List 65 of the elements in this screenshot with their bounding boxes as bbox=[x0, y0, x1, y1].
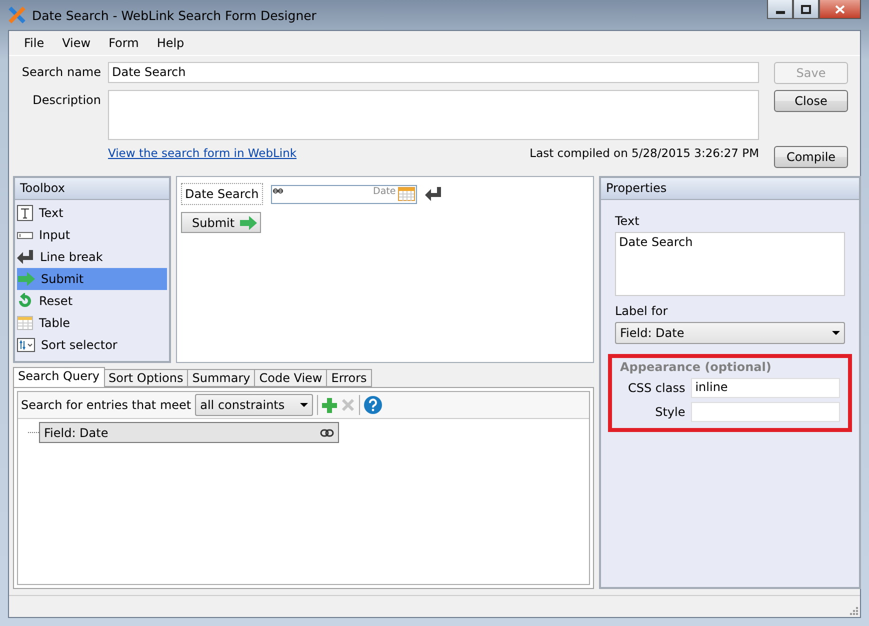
maximize-button[interactable] bbox=[793, 0, 819, 19]
toolbox-item[interactable]: Submit bbox=[17, 268, 167, 290]
menu-item[interactable]: View bbox=[53, 34, 100, 52]
reset-icon bbox=[17, 293, 33, 309]
link-icon bbox=[272, 188, 283, 194]
minimize-icon bbox=[776, 10, 784, 14]
tab[interactable]: Summary bbox=[187, 369, 256, 387]
constraint-dropdown[interactable]: all constraints bbox=[195, 394, 314, 416]
form-label[interactable]: Date Search bbox=[181, 183, 263, 205]
text-icon bbox=[17, 205, 33, 221]
enter-arrow-icon bbox=[17, 250, 34, 264]
caret-icon bbox=[300, 403, 308, 407]
tab[interactable]: Code View bbox=[254, 369, 328, 387]
toolbox-item[interactable]: Text bbox=[17, 202, 167, 224]
add-icon[interactable] bbox=[322, 398, 338, 412]
toolbox-item[interactable]: Reset bbox=[17, 290, 167, 312]
search-name-field[interactable]: Date Search bbox=[108, 62, 759, 83]
menu-item[interactable]: File bbox=[15, 34, 54, 52]
help-icon[interactable] bbox=[364, 396, 382, 414]
last-compiled-text: Last compiled on 5/28/2015 3:26:27 PM bbox=[530, 146, 759, 160]
calendar-icon bbox=[398, 187, 415, 201]
close-button[interactable]: Close bbox=[774, 90, 848, 112]
toolbox-item[interactable]: Table bbox=[17, 312, 167, 334]
resize-grip-icon bbox=[848, 605, 858, 615]
maximize-icon bbox=[801, 4, 811, 14]
submit-button[interactable]: Submit bbox=[181, 212, 261, 233]
tree-node[interactable]: Field: Date bbox=[39, 422, 339, 443]
close-window-button[interactable] bbox=[819, 0, 861, 19]
field-label: Text bbox=[615, 213, 640, 228]
description-field[interactable] bbox=[108, 90, 759, 140]
app-logo-icon bbox=[8, 6, 26, 24]
text-field[interactable]: Date Search bbox=[615, 232, 845, 296]
field-label: Search name bbox=[20, 64, 101, 79]
field-label: Style bbox=[654, 405, 686, 419]
style-field[interactable] bbox=[691, 402, 840, 422]
toolbox-item[interactable]: Input bbox=[17, 224, 167, 246]
panel-title: Toolbox bbox=[15, 178, 169, 200]
section-title: Appearance (optional) bbox=[620, 360, 772, 374]
window-title: Date Search - WebLink Search Form Designer bbox=[32, 8, 316, 22]
panel-title: Properties bbox=[601, 178, 859, 200]
tab[interactable]: Errors bbox=[326, 369, 372, 387]
caret-icon bbox=[832, 331, 840, 335]
arrow-right-icon bbox=[238, 216, 257, 230]
css-class-field[interactable]: inline bbox=[691, 378, 840, 398]
menu-item[interactable]: Help bbox=[148, 34, 194, 52]
label-for-dropdown[interactable]: Field: Date bbox=[615, 322, 845, 344]
field-label: Description bbox=[32, 92, 101, 107]
line-break-icon bbox=[424, 186, 442, 202]
view-form-link[interactable]: View the search form in WebLink bbox=[108, 146, 297, 160]
query-label: Search for entries that meet bbox=[21, 398, 192, 412]
date-field[interactable]: Date bbox=[270, 184, 417, 204]
toolbox-item[interactable]: Sort selector bbox=[17, 334, 167, 356]
sort-icon bbox=[17, 338, 35, 352]
field-label: CSS class bbox=[627, 381, 686, 395]
tab[interactable]: Sort Options bbox=[104, 369, 188, 387]
compile-button[interactable]: Compile bbox=[774, 146, 848, 168]
link-icon bbox=[320, 428, 334, 436]
arrow-right-icon bbox=[17, 272, 35, 286]
table-icon bbox=[17, 315, 33, 331]
minimize-button[interactable] bbox=[767, 0, 793, 19]
tab[interactable]: Search Query bbox=[13, 367, 105, 387]
toolbox-item[interactable]: Line break bbox=[17, 246, 167, 268]
menu-item[interactable]: Form bbox=[100, 34, 148, 52]
close-icon bbox=[835, 4, 845, 14]
field-label: Label for bbox=[615, 303, 669, 318]
